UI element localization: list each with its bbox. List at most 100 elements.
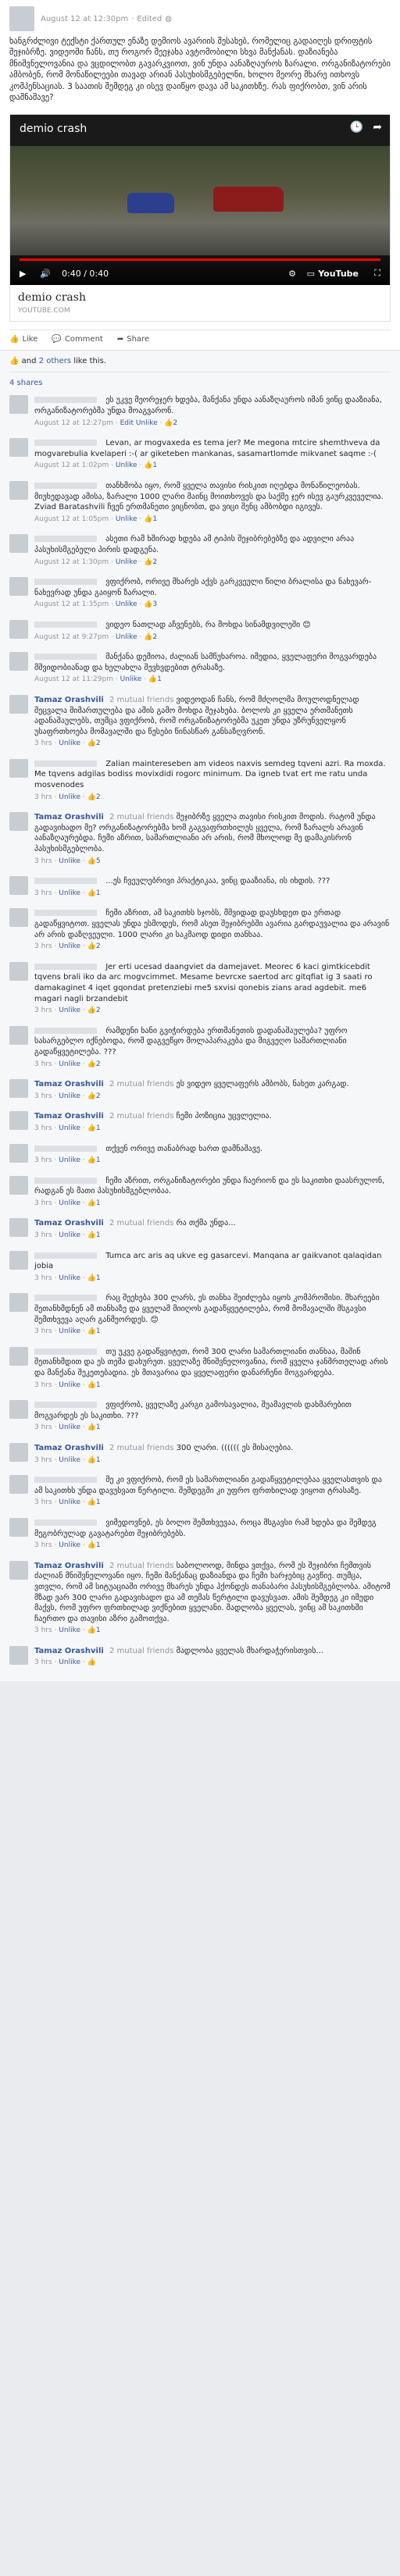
comment-like-count[interactable]: 👍1 [88, 1456, 101, 1464]
comment-unlike-link[interactable]: Unlike [59, 1156, 80, 1164]
commenter-avatar[interactable] [9, 1111, 28, 1131]
comment-like-count[interactable]: 👍2 [144, 558, 157, 566]
comment-like-count[interactable]: 👍1 [88, 1423, 101, 1431]
comment-time[interactable]: 3 hrs [34, 1060, 52, 1068]
comment-unlike-link[interactable]: Unlike [59, 1231, 80, 1239]
comment-like-count[interactable]: 👍1 [88, 1327, 101, 1335]
comment-unlike-link[interactable]: Unlike [116, 558, 138, 566]
commenter-name[interactable]: Tamaz Orashvili [34, 1444, 104, 1452]
commenter-avatar[interactable] [9, 395, 28, 415]
comment-like-count[interactable]: 👍1 [88, 1231, 101, 1239]
cc-icon[interactable]: ▭ [307, 269, 315, 279]
comment-unlike-link[interactable]: Unlike [59, 889, 80, 897]
commenter-avatar[interactable] [9, 1079, 28, 1099]
commenter-avatar[interactable] [9, 1517, 28, 1537]
comment-like-count[interactable]: 👍 [88, 1659, 96, 1666]
comment-time[interactable]: 3 hrs [34, 1498, 52, 1506]
comment-unlike-link[interactable]: Unlike [59, 739, 80, 747]
commenter-name[interactable]: Tamaz Orashvili [34, 1080, 104, 1088]
comment-time[interactable]: 3 hrs [34, 1423, 52, 1431]
comment-like-count[interactable]: 👍3 [144, 600, 157, 608]
comment-time[interactable]: 3 hrs [34, 1231, 52, 1239]
comment-unlike-link[interactable]: Unlike [59, 1060, 80, 1068]
comment-like-count[interactable]: 👍2 [88, 739, 101, 747]
comment-unlike-link[interactable]: Unlike [116, 461, 138, 469]
commenter-avatar[interactable] [9, 1175, 28, 1195]
comment-like-count[interactable]: 👍2 [88, 942, 101, 950]
commenter-avatar[interactable] [9, 1025, 28, 1045]
comment-time[interactable]: August 12 at 1:30pm [34, 558, 109, 566]
like-button[interactable]: 👍 Like [9, 335, 38, 344]
comment-time[interactable]: 3 hrs [34, 1327, 52, 1335]
commenter-name[interactable]: Tamaz Orashvili [34, 696, 104, 704]
comment-time[interactable]: 3 hrs [34, 942, 52, 950]
commenter-avatar[interactable] [9, 1143, 28, 1163]
comment-time[interactable]: 3 hrs [34, 857, 52, 865]
comment-like-count[interactable]: 👍1 [88, 1199, 101, 1207]
comment-time[interactable]: August 12 at 1:02pm [34, 461, 109, 469]
commenter-avatar[interactable] [9, 534, 28, 554]
commenter-avatar[interactable] [9, 876, 28, 896]
comment-unlike-link[interactable]: Unlike [59, 1381, 80, 1389]
comment-time[interactable]: August 12 at 1:35pm [34, 600, 109, 608]
comment-unlike-link[interactable]: Unlike [59, 1007, 80, 1014]
volume-icon[interactable]: 🔊 [40, 269, 51, 279]
play-icon[interactable]: ▶ [20, 269, 26, 279]
clock-icon[interactable]: 🕒 [350, 121, 363, 134]
comment-unlike-link[interactable]: Unlike [59, 1327, 80, 1335]
comment-unlike-link[interactable]: Unlike [59, 1626, 80, 1634]
comment-time[interactable]: 3 hrs [34, 889, 52, 897]
commenter-avatar[interactable] [9, 961, 28, 981]
commenter-avatar[interactable] [9, 1645, 28, 1665]
commenter-avatar[interactable] [9, 1346, 28, 1366]
comment-time[interactable]: 3 hrs [34, 1626, 52, 1634]
comment-unlike-link[interactable]: Unlike [59, 1124, 80, 1132]
comment-like-count[interactable]: 👍5 [88, 857, 101, 865]
comment-like-count[interactable]: 👍2 [164, 419, 177, 427]
comment-unlike-link[interactable]: Unlike [59, 942, 80, 950]
comment-like-count[interactable]: 👍1 [88, 1381, 101, 1389]
comment-time[interactable]: 3 hrs [34, 1456, 52, 1464]
shares-count[interactable]: 4 shares [9, 372, 391, 390]
comment-time[interactable]: August 12 at 9:27pm [34, 633, 109, 641]
commenter-avatar[interactable] [9, 1218, 28, 1238]
comment-like-count[interactable]: 👍1 [88, 1498, 101, 1506]
post-timestamp[interactable]: August 12 at 12:30pm [41, 15, 128, 23]
comment-like-count[interactable]: 👍1 [88, 889, 101, 897]
comment-time[interactable]: 3 hrs [34, 1007, 52, 1014]
comment-unlike-link[interactable]: Unlike [120, 675, 142, 683]
comment-unlike-link[interactable]: Unlike [59, 1456, 80, 1464]
commenter-avatar[interactable] [9, 652, 28, 672]
comment-unlike-link[interactable]: Unlike [136, 419, 158, 427]
comment-time[interactable]: 3 hrs [34, 1124, 52, 1132]
comment-unlike-link[interactable]: Unlike [59, 1498, 80, 1506]
comment-time[interactable]: 3 hrs [34, 1274, 52, 1282]
comment-like-count[interactable]: 👍2 [88, 1092, 101, 1100]
comment-unlike-link[interactable]: Unlike [59, 1423, 80, 1431]
comment-like-count[interactable]: 👍2 [88, 793, 101, 801]
video-card[interactable]: demio crash 🕒 ➦ ▶ 🔊 0:40 / 0:40 ⚙ ▭ YouT… [9, 114, 391, 322]
comment-time[interactable]: 3 hrs [34, 1092, 52, 1100]
edited-label[interactable]: Edited [137, 15, 162, 23]
comment-like-count[interactable]: 👍1 [144, 515, 157, 523]
commenter-avatar[interactable] [9, 1475, 28, 1495]
comment-unlike-link[interactable]: Unlike [116, 515, 138, 523]
commenter-name[interactable]: Tamaz Orashvili [34, 1562, 104, 1570]
comment-like-count[interactable]: 👍1 [88, 1156, 101, 1164]
comment-unlike-link[interactable]: Unlike [116, 633, 138, 641]
comment-time[interactable]: August 12 at 12:27pm [34, 419, 113, 427]
comment-like-count[interactable]: 👍1 [88, 1541, 101, 1549]
comment-unlike-link[interactable]: Unlike [59, 857, 80, 865]
video-card-title[interactable]: demio crash [18, 291, 382, 304]
comment-time[interactable]: August 12 at 1:05pm [34, 515, 109, 523]
comment-like-count[interactable]: 👍1 [144, 461, 157, 469]
author-avatar[interactable] [9, 6, 34, 31]
comment-time[interactable]: 3 hrs [34, 1156, 52, 1164]
comment-time[interactable]: 3 hrs [34, 1381, 52, 1389]
commenter-avatar[interactable] [9, 1250, 28, 1270]
comment-unlike-link[interactable]: Unlike [59, 1199, 80, 1207]
comment-unlike-link[interactable]: Unlike [59, 1659, 80, 1666]
commenter-avatar[interactable] [9, 812, 28, 832]
commenter-avatar[interactable] [9, 908, 28, 928]
comment-unlike-link[interactable]: Unlike [59, 1274, 80, 1282]
